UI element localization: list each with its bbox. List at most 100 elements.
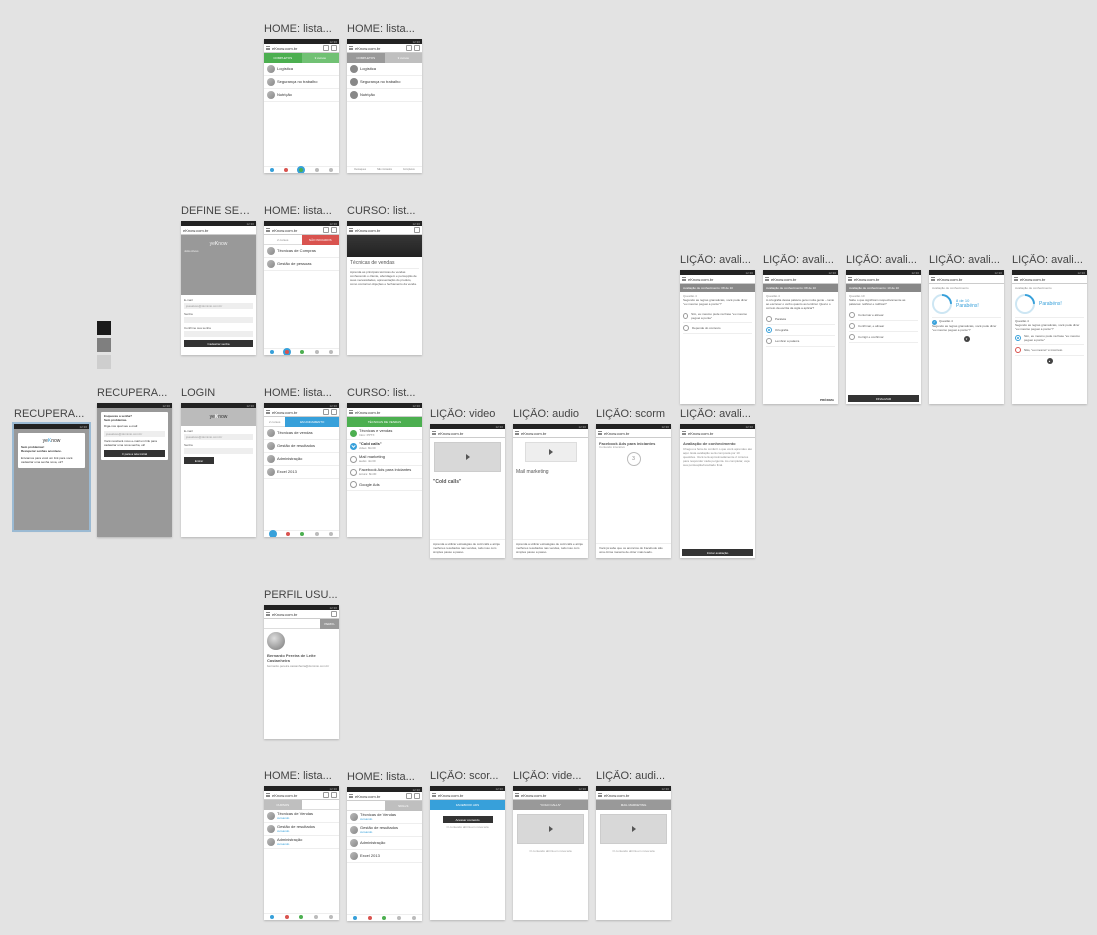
nav-icon[interactable] <box>270 168 274 172</box>
course-row[interactable]: Excel 2013 <box>264 466 339 479</box>
search-icon[interactable] <box>323 45 329 51</box>
tab-sub[interactable]: 2 cursos <box>264 235 302 245</box>
course-row[interactable]: Nutrição <box>347 89 422 102</box>
answer-option[interactable]: Paralela <box>766 314 835 325</box>
course-row[interactable]: Logística <box>347 63 422 76</box>
nav-icon[interactable] <box>285 915 289 919</box>
tab-perfil[interactable]: PERFIL <box>320 619 339 629</box>
course-row[interactable]: Segurança no trabalho <box>347 76 422 89</box>
nav-icon[interactable] <box>329 350 333 354</box>
nav-icon[interactable] <box>314 915 318 919</box>
expand-icon[interactable]: ▾ <box>964 336 970 342</box>
course-row[interactable]: Técnicas de Vendascursando <box>347 811 422 824</box>
course-row[interactable]: Técnicas de vendas <box>264 427 339 440</box>
menu-icon[interactable] <box>266 410 270 414</box>
go-home-button[interactable]: Ir para a tela inicial <box>104 450 165 457</box>
tab-completos[interactable]: COMPLETOS <box>264 53 302 63</box>
menu-icon[interactable] <box>1014 277 1018 281</box>
menu-icon[interactable] <box>598 793 602 797</box>
course-row[interactable]: Administração <box>264 453 339 466</box>
finish-button[interactable]: FINALIZAR <box>848 395 919 402</box>
lesson-row[interactable]: Google Ads <box>347 479 422 491</box>
more-icon[interactable] <box>331 792 337 798</box>
menu-icon[interactable] <box>266 793 270 797</box>
menu-icon[interactable] <box>515 431 519 435</box>
answer-option[interactable]: Sim, eu mesmo pude na frase "eu mesmo pe… <box>683 310 752 323</box>
nav-label[interactable]: Destaques <box>348 168 372 171</box>
search-icon[interactable] <box>323 409 329 415</box>
course-row[interactable]: Nutrição <box>264 89 339 102</box>
next-button[interactable]: PRÓXIMA <box>763 396 838 404</box>
menu-icon[interactable] <box>682 431 686 435</box>
answer-option[interactable]: Contornar e alinear <box>849 310 918 321</box>
menu-icon[interactable] <box>266 46 270 50</box>
course-row[interactable]: Administração <box>347 837 422 850</box>
nav-icon[interactable] <box>329 168 333 172</box>
nav-icon[interactable] <box>382 916 386 920</box>
tab-nao-iniciados[interactable]: NÃO INICIADOS <box>302 235 340 245</box>
course-row[interactable]: Gestão de resultadoscursando <box>347 824 422 837</box>
search-icon[interactable] <box>323 227 329 233</box>
email-input[interactable]: joaoalves@dominio.com.br <box>184 303 253 309</box>
lesson-row[interactable]: "Cold calls"vídeo: 8m30 <box>347 440 422 453</box>
course-row[interactable]: Técnicas de Compras <box>264 245 339 258</box>
tab-cursos[interactable]: CURSOS <box>264 800 302 810</box>
menu-icon[interactable] <box>515 793 519 797</box>
lesson-row[interactable]: Técnicas e vendasIntro: PPTX <box>347 427 422 440</box>
menu-icon[interactable] <box>349 410 353 414</box>
course-row[interactable]: Logística <box>264 63 339 76</box>
nav-icon[interactable] <box>270 531 276 537</box>
course-row[interactable]: Gestão de resultados <box>264 440 339 453</box>
tab-completos[interactable]: COMPLETOS <box>347 53 385 63</box>
email-input[interactable]: joaoalves@dominio.com.br <box>184 434 253 440</box>
audio-player[interactable] <box>525 442 577 462</box>
password-input[interactable] <box>184 317 253 323</box>
menu-icon[interactable] <box>598 431 602 435</box>
nav-label[interactable]: Não iniciados <box>372 168 396 171</box>
nav-icon[interactable] <box>353 916 357 920</box>
nav-icon[interactable] <box>299 915 303 919</box>
lesson-row[interactable]: Mail marketingáudio: 4m30 <box>347 453 422 466</box>
course-row[interactable]: Administraçãocursando <box>264 836 339 849</box>
open-content-button[interactable]: Acessar conteúdo <box>443 816 493 823</box>
confirm-input[interactable] <box>184 331 253 337</box>
nav-icon[interactable] <box>270 350 274 354</box>
nav-icon[interactable] <box>284 168 288 172</box>
search-icon[interactable] <box>331 611 337 617</box>
video-player[interactable] <box>434 442 501 472</box>
nav-icon[interactable] <box>315 168 319 172</box>
email-input[interactable]: joaoalves@dominio.com.br <box>104 431 165 437</box>
answer-option-selected[interactable]: Ortografia <box>766 325 835 336</box>
submit-button[interactable]: Cadastrar senha <box>184 340 253 347</box>
menu-icon[interactable] <box>432 793 436 797</box>
search-icon[interactable] <box>414 227 420 233</box>
nav-label[interactable]: Completos <box>397 168 421 171</box>
nav-icon[interactable] <box>300 350 304 354</box>
nav-icon[interactable] <box>286 532 290 536</box>
search-icon[interactable] <box>406 45 412 51</box>
menu-icon[interactable] <box>266 612 270 616</box>
course-row[interactable]: Técnicas de Vendascursando <box>264 810 339 823</box>
video-player[interactable] <box>517 814 584 844</box>
menu-icon[interactable] <box>931 277 935 281</box>
nav-icon[interactable] <box>368 916 372 920</box>
menu-icon[interactable] <box>266 228 270 232</box>
menu-icon[interactable] <box>349 228 353 232</box>
more-icon[interactable] <box>414 45 420 51</box>
start-eval-button[interactable]: Iniciar avaliação <box>682 549 753 556</box>
menu-icon[interactable] <box>848 277 852 281</box>
nav-icon[interactable] <box>298 167 304 173</box>
tab-sub[interactable]: 2 cursos <box>264 417 285 427</box>
nav-icon[interactable] <box>300 532 304 536</box>
nav-icon[interactable] <box>329 915 333 919</box>
course-row[interactable]: Gestão de pessoas <box>264 258 339 271</box>
nav-icon[interactable] <box>412 916 416 920</box>
nav-icon[interactable] <box>270 915 274 919</box>
search-icon[interactable] <box>406 793 412 799</box>
menu-icon[interactable] <box>765 277 769 281</box>
answer-option[interactable]: Corrigir e confirmar <box>849 332 918 343</box>
more-icon[interactable] <box>331 409 337 415</box>
more-icon[interactable] <box>414 793 420 799</box>
nav-icon[interactable] <box>315 532 319 536</box>
menu-icon[interactable] <box>432 431 436 435</box>
